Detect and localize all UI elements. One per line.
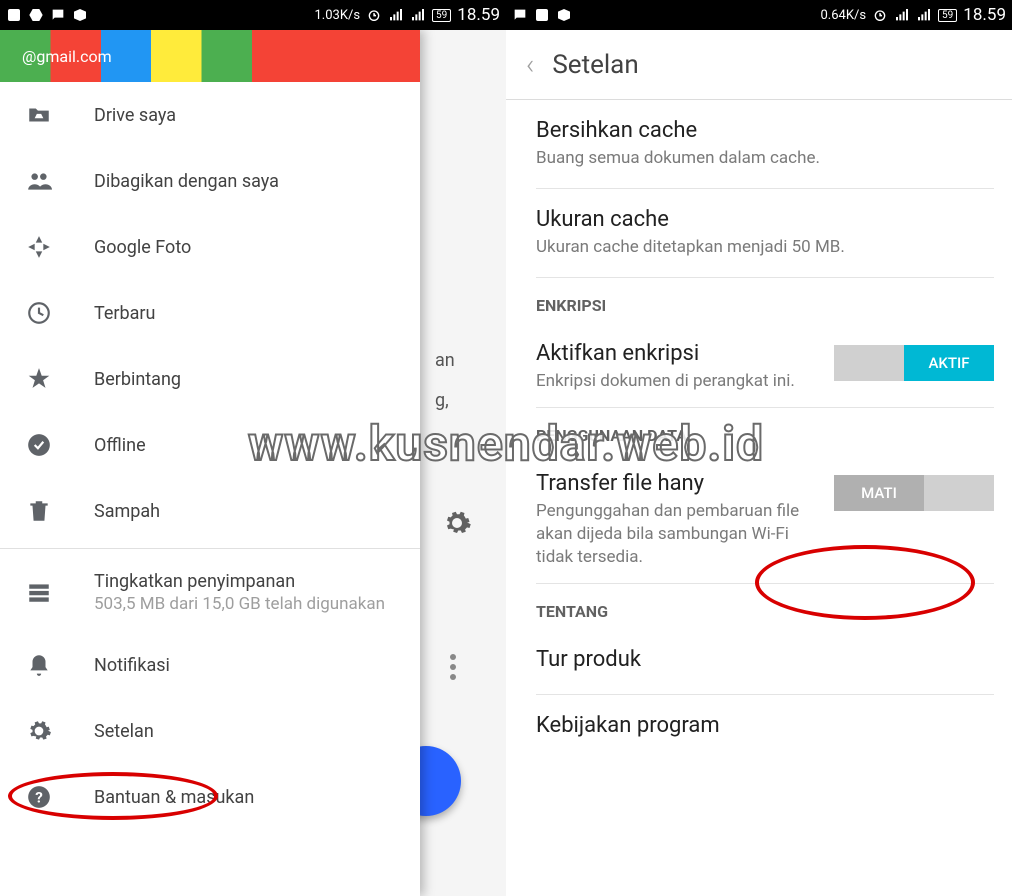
bbm-icon: [534, 7, 550, 23]
box-icon: [72, 7, 88, 23]
status-bar: 0.64K/s 59 18.59: [506, 0, 1012, 30]
drawer-storage[interactable]: Tingkatkan penyimpanan 503,5 MB dari 15,…: [0, 553, 420, 632]
signal-icon-2: [410, 7, 426, 23]
drawer-item-photos[interactable]: Google Foto: [0, 214, 420, 280]
drawer-item-shared[interactable]: Dibagikan dengan saya: [0, 148, 420, 214]
drawer-item-offline[interactable]: Offline: [0, 412, 420, 478]
phone-left: 1.03K/s 59 18.59 an g, @gmail.com: [0, 0, 506, 896]
bell-icon: [26, 652, 52, 678]
alarm-icon: [366, 7, 382, 23]
setting-cache-size[interactable]: Ukuran cache Ukuran cache ditetapkan men…: [536, 189, 994, 278]
signal-icon: [894, 7, 910, 23]
net-speed: 1.03K/s: [314, 8, 360, 23]
alarm-icon: [872, 7, 888, 23]
drawer-account[interactable]: @gmail.com: [0, 30, 420, 82]
phone-right: 0.64K/s 59 18.59 ‹ Setelan Bersihkan cac…: [506, 0, 1012, 896]
nav-drawer: @gmail.com Drive saya Dibagikan dengan s…: [0, 30, 420, 896]
photos-icon: [26, 234, 52, 260]
drawer-item-notifications[interactable]: Notifikasi: [0, 632, 420, 698]
settings-header: ‹ Setelan: [506, 30, 1012, 100]
check-circle-icon: [26, 432, 52, 458]
clock-text: 18.59: [457, 5, 500, 25]
setting-policy[interactable]: Kebijakan program: [536, 695, 994, 760]
chat-icon: [512, 7, 528, 23]
signal-icon-2: [916, 7, 932, 23]
gear-icon: [26, 718, 52, 744]
drawer-item-trash[interactable]: Sampah: [0, 478, 420, 544]
section-encryption: ENKRIPSI: [536, 278, 994, 323]
status-bar: 1.03K/s 59 18.59: [0, 0, 506, 30]
help-icon: ?: [26, 784, 52, 810]
battery-badge: 59: [432, 9, 451, 22]
trash-icon: [26, 498, 52, 524]
svg-text:?: ?: [35, 788, 43, 806]
gear-icon[interactable]: [442, 508, 472, 538]
drawer-item-help[interactable]: ? Bantuan & masukan: [0, 764, 420, 830]
setting-product-tour[interactable]: Tur produk: [536, 629, 994, 695]
overflow-menu-icon[interactable]: [450, 650, 456, 680]
drawer-item-mydrive[interactable]: Drive saya: [0, 82, 420, 148]
clock-icon: [26, 300, 52, 326]
storage-icon: [26, 579, 52, 605]
drawer-item-starred[interactable]: Berbintang: [0, 346, 420, 412]
drive-icon: [28, 7, 44, 23]
section-data-usage: PENGGUNAAN DATA: [536, 408, 994, 453]
toggle-wifi-only[interactable]: MATI: [834, 475, 994, 511]
box-icon: [556, 7, 572, 23]
battery-badge: 59: [938, 9, 957, 22]
people-icon: [26, 168, 52, 194]
star-icon: [26, 366, 52, 392]
chat-icon: [50, 7, 66, 23]
clock-text: 18.59: [963, 5, 1006, 25]
back-icon[interactable]: ‹: [526, 48, 534, 81]
net-speed: 0.64K/s: [820, 8, 866, 23]
drawer-item-settings[interactable]: Setelan: [0, 698, 420, 764]
setting-wifi-only[interactable]: Transfer file hany Pengunggahan dan pemb…: [536, 453, 994, 584]
folder-drive-icon: [26, 102, 52, 128]
setting-clear-cache[interactable]: Bersihkan cache Buang semua dokumen dala…: [536, 100, 994, 189]
drawer-item-recent[interactable]: Terbaru: [0, 280, 420, 346]
page-title: Setelan: [552, 50, 638, 80]
section-about: TENTANG: [536, 584, 994, 629]
toggle-encryption[interactable]: AKTIF: [834, 345, 994, 381]
signal-icon: [388, 7, 404, 23]
bbm-icon: [6, 7, 22, 23]
setting-encryption[interactable]: Aktifkan enkripsi Enkripsi dokumen di pe…: [536, 323, 994, 408]
